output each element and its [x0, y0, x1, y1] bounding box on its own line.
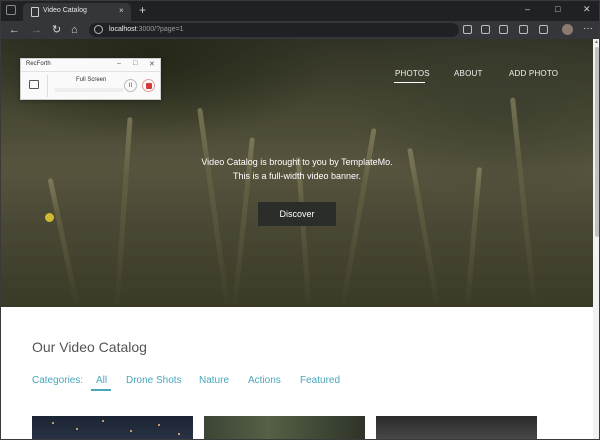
page-icon: [31, 7, 39, 17]
nav-active-indicator: [394, 82, 425, 83]
window-minimize-button[interactable]: –: [525, 4, 530, 14]
mouse-cursor-highlight: [45, 213, 54, 222]
recording-detail: [54, 88, 124, 92]
categories-label: Categories:: [32, 375, 84, 386]
tab-actions-icon[interactable]: [6, 5, 16, 15]
reload-button[interactable]: ↻: [52, 23, 61, 37]
forward-button[interactable]: →: [31, 23, 42, 37]
address-text: localhost:3000/?page=1: [109, 26, 184, 33]
collections-icon[interactable]: [539, 25, 548, 34]
address-bar[interactable]: localhost:3000/?page=1: [89, 23, 459, 37]
lantern-light: [130, 430, 132, 432]
category-all[interactable]: All: [96, 375, 107, 386]
recorder-body: Full Screen II: [21, 71, 160, 100]
favorite-star-icon[interactable]: [481, 25, 490, 34]
category-drone-shots[interactable]: Drone Shots: [126, 375, 182, 386]
lantern-light: [102, 420, 104, 422]
browser-window: Video Catalog × + – □ ✕ ← → ↻ ⌂ localhos…: [0, 0, 600, 440]
page-scrollbar[interactable]: ▲: [593, 39, 599, 439]
nav-about[interactable]: ABOUT: [454, 69, 483, 78]
tab-strip: Video Catalog × + – □ ✕: [1, 1, 599, 21]
category-nature[interactable]: Nature: [199, 375, 229, 386]
recorder-window: RecForth – □ ✕ Full Screen II: [20, 58, 161, 100]
split-screen-icon[interactable]: [499, 25, 508, 34]
browser-toolbar: ← → ↻ ⌂ localhost:3000/?page=1 ···: [1, 21, 599, 39]
divider: [47, 75, 48, 97]
stop-record-button[interactable]: [142, 79, 155, 92]
category-featured[interactable]: Featured: [300, 375, 340, 386]
recorder-maximize-button[interactable]: □: [133, 60, 137, 67]
window-close-button[interactable]: ✕: [583, 4, 591, 15]
favorites-icon[interactable]: [519, 25, 528, 34]
recorder-title: RecForth: [26, 61, 51, 67]
video-thumbnail[interactable]: [32, 416, 193, 439]
tab-title: Video Catalog: [43, 7, 87, 14]
recorder-close-button[interactable]: ✕: [149, 60, 155, 68]
profile-avatar[interactable]: [562, 24, 573, 35]
lantern-light: [52, 422, 54, 424]
tab-close-icon[interactable]: ×: [119, 6, 124, 15]
hero-text-line-1: Video Catalog is brought to you by Templ…: [201, 157, 393, 167]
folder-icon[interactable]: [29, 80, 39, 89]
back-button[interactable]: ←: [9, 23, 20, 37]
category-actions[interactable]: Actions: [248, 375, 281, 386]
tab-video-catalog[interactable]: Video Catalog ×: [23, 3, 131, 21]
read-aloud-icon[interactable]: [463, 25, 472, 34]
video-thumbnail[interactable]: [204, 416, 365, 439]
lantern-light: [158, 424, 160, 426]
hero-text-line-2: This is a full-width video banner.: [232, 171, 362, 181]
recording-mode: Full Screen: [76, 77, 107, 83]
more-menu-icon[interactable]: ···: [583, 23, 593, 34]
lantern-light: [76, 428, 78, 430]
info-icon[interactable]: [94, 25, 103, 34]
home-button[interactable]: ⌂: [71, 23, 78, 37]
new-tab-button[interactable]: +: [139, 3, 146, 17]
nav-add-photo[interactable]: ADD PHOTO: [509, 69, 558, 78]
video-thumbnail[interactable]: [376, 416, 537, 439]
category-active-indicator: [91, 389, 111, 391]
section-title: Our Video Catalog: [32, 339, 147, 355]
lantern-light: [178, 433, 180, 435]
address-host: localhost: [109, 26, 137, 33]
discover-button[interactable]: Discover: [258, 202, 336, 226]
address-path: :3000/?page=1: [136, 26, 184, 33]
nav-photos[interactable]: PHOTOS: [395, 69, 430, 78]
scrollbar-thumb[interactable]: [595, 47, 599, 237]
recorder-minimize-button[interactable]: –: [117, 60, 121, 67]
pause-button[interactable]: II: [124, 79, 137, 92]
window-maximize-button[interactable]: □: [555, 4, 560, 14]
scroll-up-arrow-icon[interactable]: ▲: [594, 39, 599, 45]
